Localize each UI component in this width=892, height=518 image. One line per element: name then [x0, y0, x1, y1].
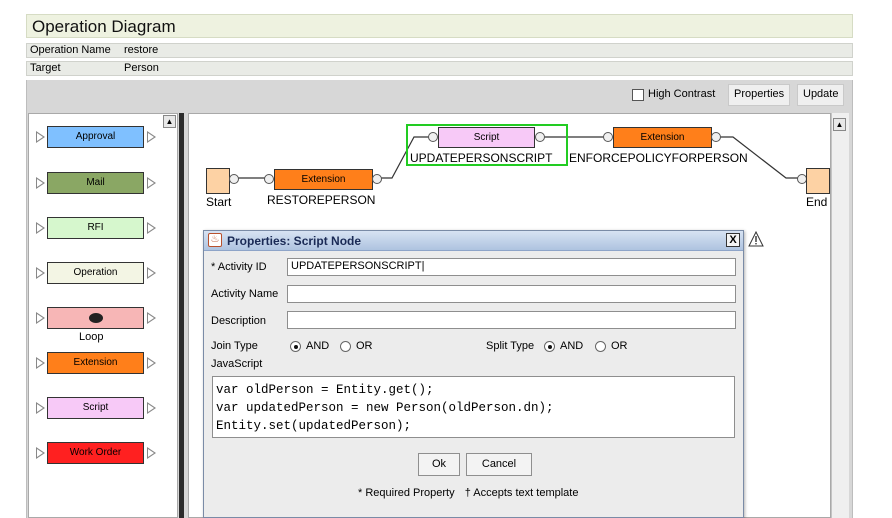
input-port-icon — [36, 267, 45, 279]
palette-item-rfi[interactable]: RFI — [36, 217, 156, 239]
target-label: Target — [30, 62, 61, 74]
join-and-radio[interactable] — [290, 341, 301, 352]
activity-name-label: Activity Name — [211, 288, 279, 300]
operation-name-label: Operation Name — [30, 44, 111, 56]
palette-item-box: Approval — [47, 126, 144, 148]
join-and-label: AND — [306, 340, 330, 352]
updatepersonscript-node[interactable]: Script — [438, 127, 535, 148]
enforcepolicy-node[interactable]: Extension — [613, 127, 712, 148]
target-row: Target Person — [26, 61, 853, 76]
ok-button[interactable]: Ok — [418, 453, 460, 476]
palette-item-operation[interactable]: Operation — [36, 262, 156, 284]
connector-icon — [535, 132, 545, 142]
enforcepolicy-label: ENFORCEPOLICYFORPERSON — [569, 151, 748, 165]
split-or-radio[interactable] — [595, 341, 606, 352]
high-contrast-label: High Contrast — [648, 88, 716, 100]
input-port-icon — [36, 357, 45, 369]
output-port-icon — [147, 177, 156, 189]
input-port-icon — [36, 447, 45, 459]
input-port-icon — [36, 222, 45, 234]
start-node[interactable] — [206, 168, 230, 194]
palette-item-extension[interactable]: Extension — [36, 352, 156, 374]
javascript-editor[interactable]: var oldPerson = Entity.get(); var updated… — [212, 376, 735, 438]
palette-item-loop[interactable] — [36, 307, 156, 329]
connector-icon — [711, 132, 721, 142]
join-type-label: Join Type — [211, 340, 258, 352]
required-note: * Required Property — [358, 487, 455, 499]
activity-name-input[interactable] — [287, 285, 736, 303]
end-label: End — [806, 195, 828, 209]
palette-scroll-up-button[interactable]: ▲ — [163, 115, 176, 128]
cancel-button[interactable]: Cancel — [466, 453, 532, 476]
connector-icon — [603, 132, 613, 142]
target-value: Person — [124, 62, 159, 74]
properties-button[interactable]: Properties — [728, 84, 791, 106]
update-button[interactable]: Update — [797, 84, 845, 106]
output-port-icon — [147, 402, 156, 414]
canvas-scroll-up-button[interactable]: ▲ — [833, 118, 846, 131]
end-node[interactable] — [806, 168, 830, 194]
operation-name-value: restore — [124, 44, 159, 56]
connector-icon — [264, 174, 274, 184]
javascript-label: JavaScript — [211, 358, 263, 370]
split-and-radio[interactable] — [544, 341, 555, 352]
output-port-icon — [147, 267, 156, 279]
connector-icon — [372, 174, 382, 184]
palette-item-box: RFI — [47, 217, 144, 239]
palette-item-approval[interactable]: Approval — [36, 126, 156, 148]
code-line: var updatedPerson = new Person(oldPerson… — [216, 401, 554, 415]
connector-icon — [428, 132, 438, 142]
palette-item-box: Operation — [47, 262, 144, 284]
input-port-icon — [36, 177, 45, 189]
activity-id-value: UPDATEPERSONSCRIPT — [291, 260, 422, 272]
palette-item-box: Mail — [47, 172, 144, 194]
restoreperson-node[interactable]: Extension — [274, 169, 373, 190]
close-button[interactable]: X — [726, 233, 740, 247]
activity-id-input[interactable]: UPDATEPERSONSCRIPT| — [287, 258, 736, 276]
updatepersonscript-label: UPDATEPERSONSCRIPT — [410, 151, 553, 165]
start-label: Start — [206, 195, 232, 209]
split-type-label: Split Type — [486, 340, 535, 352]
input-port-icon — [36, 312, 45, 324]
palette-item-box: Work Order — [47, 442, 144, 464]
output-port-icon — [147, 357, 156, 369]
operation-name-row: Operation Name restore — [26, 43, 853, 58]
output-port-icon — [147, 131, 156, 143]
output-port-icon — [147, 312, 156, 324]
output-port-icon — [147, 447, 156, 459]
text-caret: | — [421, 260, 425, 272]
restoreperson-label: RESTOREPERSON — [267, 193, 376, 207]
input-port-icon — [36, 402, 45, 414]
code-line: var oldPerson = Entity.get(); — [216, 383, 434, 397]
join-or-radio[interactable] — [340, 341, 351, 352]
splitter-handle[interactable] — [179, 113, 184, 518]
code-line: Entity.set(updatedPerson); — [216, 419, 412, 433]
palette-item-script[interactable]: Script — [36, 397, 156, 419]
connector-icon — [229, 174, 239, 184]
loop-icon — [88, 313, 103, 323]
split-and-label: AND — [560, 340, 584, 352]
activity-id-label: * Activity ID — [211, 261, 267, 273]
warning-icon — [748, 231, 764, 247]
template-note: † Accepts text template — [464, 487, 579, 499]
description-label: Description — [211, 315, 267, 327]
footer-note: * Required Property † Accepts text templ… — [358, 487, 578, 499]
description-input[interactable] — [287, 311, 736, 329]
palette-item-box — [47, 307, 144, 329]
dialog-title: Properties: Script Node — [227, 234, 362, 248]
palette-item-work-order[interactable]: Work Order — [36, 442, 156, 464]
palette-item-loop-label: Loop — [79, 331, 104, 343]
palette-item-box: Script — [47, 397, 144, 419]
input-port-icon — [36, 131, 45, 143]
canvas-scrollbar[interactable] — [831, 113, 849, 518]
palette-item-mail[interactable]: Mail — [36, 172, 156, 194]
page-title: Operation Diagram — [26, 14, 853, 38]
high-contrast-checkbox[interactable] — [632, 89, 644, 101]
palette-item-box: Extension — [47, 352, 144, 374]
output-port-icon — [147, 222, 156, 234]
split-or-label: OR — [611, 340, 628, 352]
join-or-label: OR — [356, 340, 373, 352]
java-icon: ♨ — [208, 233, 222, 247]
